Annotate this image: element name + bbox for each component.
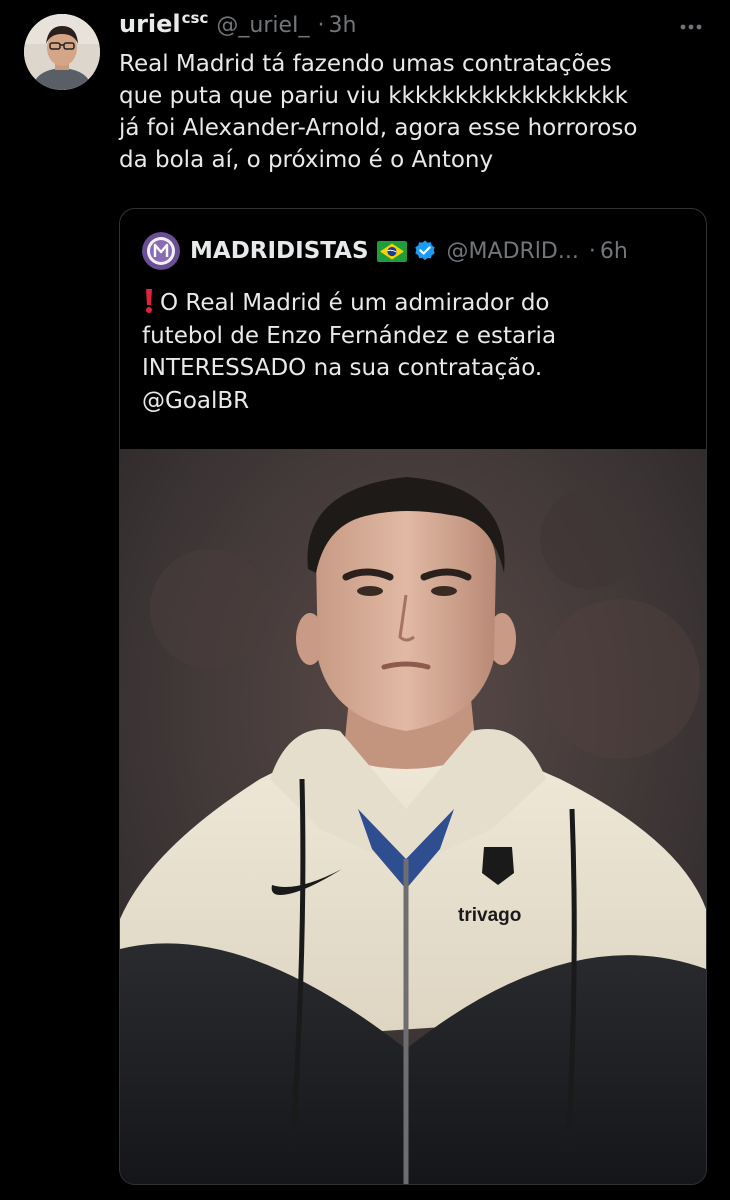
quoted-author-name[interactable]: MADRIDISTAS (190, 238, 369, 264)
jacket-sponsor-text: trivago (458, 905, 521, 926)
tweet-header: uriel csc @_urieI_ · 3h (119, 9, 357, 46)
tweet-text-line: Real Madrid tá fazendo umas contratações (119, 51, 612, 77)
quoted-tweet-text: O Real Madrid é um admirador do futebol … (142, 287, 702, 417)
tweet-text: Real Madrid tá fazendo umas contratações… (119, 48, 719, 176)
quoted-tweet-time[interactable]: 6h (600, 239, 628, 264)
tweet-text-line: que puta que pariu viu kkkkkkkkkkkkkkkkk… (119, 83, 628, 109)
quoted-text-line: INTERESSADO na sua contratação. (142, 355, 543, 381)
more-options-button[interactable] (678, 14, 704, 40)
quoted-text-line: O Real Madrid é um admirador do (142, 287, 702, 320)
author-handle[interactable]: @_urieI_ (216, 13, 309, 38)
quoted-text-line-content: O Real Madrid é um admirador do (160, 290, 550, 316)
red-exclamation-icon (146, 289, 152, 313)
verified-badge-icon (414, 240, 435, 261)
quoted-tweet-header: MADRIDISTAS @MADRlD... · 6h (142, 231, 628, 271)
quoted-tweet[interactable]: MADRIDISTAS @MADRlD... · 6h O Real Madri… (119, 208, 707, 1185)
more-options-icon (680, 24, 702, 30)
separator-dot: · (317, 13, 325, 38)
tweet-time[interactable]: 3h (329, 13, 357, 38)
quoted-tweet-photo[interactable]: trivago (120, 449, 706, 1184)
quoted-author-handle[interactable]: @MADRlD... (447, 239, 579, 264)
quoted-text-line: @GoalBR (142, 387, 250, 414)
brazil-flag-icon (376, 240, 407, 262)
quoted-text-line: futebol de Enzo Fernández e estaria (142, 322, 557, 349)
separator-dot: · (588, 238, 596, 264)
author-name-superscript: csc (181, 9, 209, 27)
author-name[interactable]: uriel (119, 10, 181, 38)
author-avatar[interactable] (24, 14, 100, 90)
author-avatar-image (24, 14, 100, 90)
quoted-author-avatar[interactable] (142, 232, 180, 270)
madridistas-logo-icon (142, 232, 180, 270)
tweet-text-line: da bola aí, o próximo é o Antony (119, 147, 494, 173)
tweet-text-line: já foi Alexander-Arnold, agora esse horr… (119, 115, 638, 141)
